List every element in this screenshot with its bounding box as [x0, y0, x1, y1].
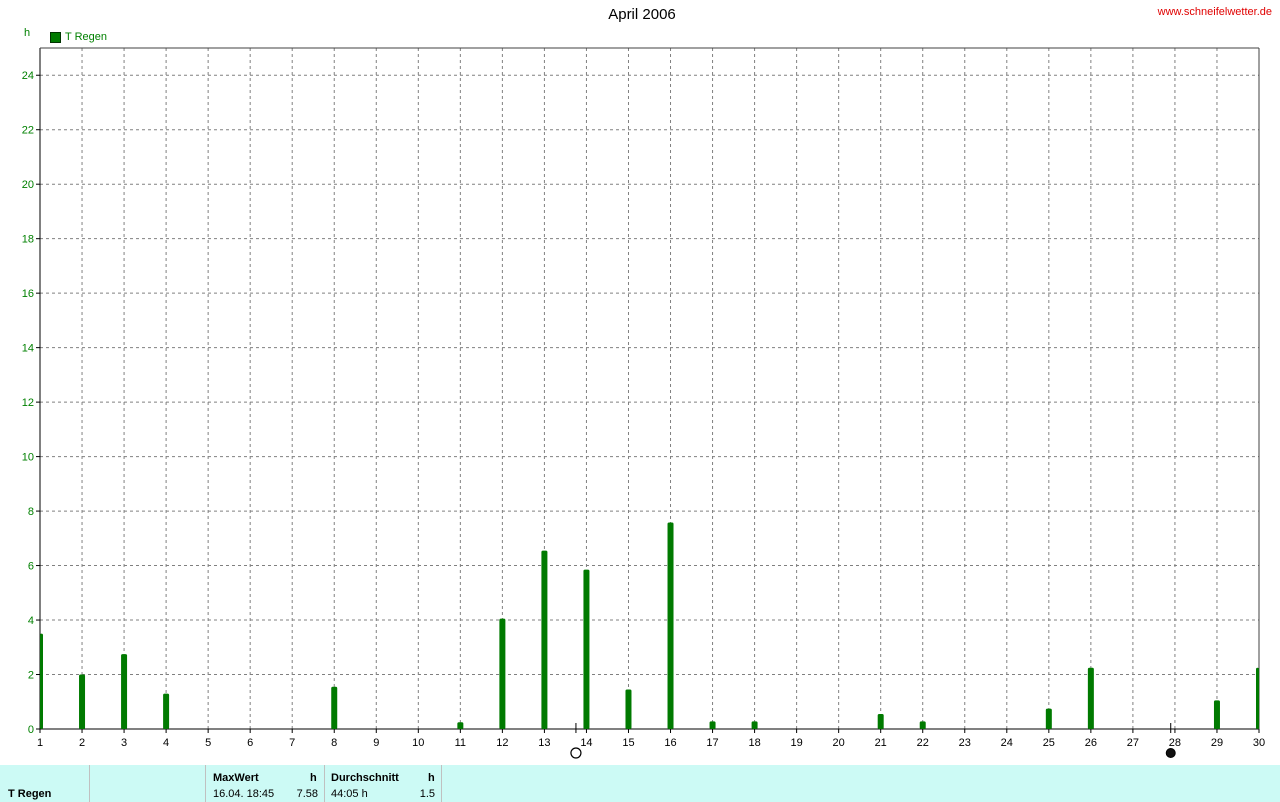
y-tick-label: 2 — [28, 670, 34, 682]
x-tick-label: 10 — [412, 737, 424, 749]
max-value: 7.58 — [296, 788, 318, 800]
bar — [1045, 708, 1052, 729]
x-tick-label: 7 — [289, 737, 295, 749]
rain-duration-chart: 0246810121416182022241 2 3 4 5 6 7 8 9 10 11 12 13 14… — [22, 47, 1265, 759]
bar — [667, 522, 674, 729]
x-tick-label: 11 — [455, 737, 466, 749]
x-tick-label: 8 — [331, 737, 337, 749]
x-tick-label: 17 — [706, 737, 718, 749]
x-tick-label: 21 — [875, 737, 887, 749]
bar — [709, 721, 716, 729]
x-tick-label: 18 — [748, 737, 760, 749]
y-tick-label: 14 — [22, 343, 34, 355]
y-tick-label: 24 — [22, 70, 34, 82]
bar — [1213, 700, 1220, 729]
x-tick-label: 13 — [538, 737, 550, 749]
y-tick-label: 6 — [28, 561, 34, 573]
x-tick-label: 19 — [790, 737, 802, 749]
max-header: MaxWert — [213, 772, 259, 784]
footer-max-cell: MaxWert h 16.04. 18:45 7.58 — [205, 765, 324, 802]
x-tick-label: 5 — [205, 737, 211, 749]
y-tick-label: 20 — [22, 179, 34, 191]
new-moon-icon — [1165, 748, 1176, 758]
x-tick-label: 27 — [1127, 737, 1139, 749]
footer-empty-cell — [89, 765, 205, 802]
x-tick-label: 16 — [664, 737, 676, 749]
summary-footer: T Regen MaxWert h 16.04. 18:45 7.58 Durc… — [0, 765, 1280, 802]
avg-unit: h — [428, 772, 435, 784]
max-datetime: 16.04. 18:45 — [213, 788, 275, 800]
x-tick-label: 3 — [121, 737, 127, 749]
y-tick-label: 12 — [22, 397, 34, 409]
x-tick-label: 2 — [79, 737, 85, 749]
bar — [40, 633, 43, 729]
x-tick-label: 14 — [580, 737, 592, 749]
x-tick-label: 6 — [247, 737, 253, 749]
x-tick-label: 23 — [959, 737, 971, 749]
bar — [751, 721, 758, 729]
bar — [877, 714, 884, 729]
bar — [625, 689, 632, 729]
x-tick-label: 28 — [1169, 737, 1181, 749]
bar — [1087, 667, 1094, 729]
y-tick-label: 0 — [28, 724, 34, 736]
bar — [1256, 667, 1259, 729]
x-tick-label: 12 — [496, 737, 508, 749]
bar — [541, 550, 548, 729]
x-tick-label: 15 — [622, 737, 634, 749]
bar — [121, 654, 128, 729]
x-tick-label: 22 — [917, 737, 929, 749]
y-tick-label: 8 — [28, 506, 34, 518]
bar — [583, 569, 590, 729]
y-tick-label: 16 — [22, 288, 34, 300]
avg-total: 44:05 h — [331, 788, 368, 800]
y-tick-label: 18 — [22, 234, 34, 246]
x-tick-label: 24 — [1001, 737, 1013, 749]
full-moon-icon — [570, 747, 582, 759]
bar — [331, 686, 338, 729]
x-tick-label: 29 — [1211, 737, 1223, 749]
x-tick-label: 20 — [833, 737, 845, 749]
max-unit: h — [310, 772, 317, 784]
x-tick-label: 30 — [1253, 737, 1265, 749]
bar — [457, 722, 464, 729]
footer-avg-cell: Durchschnitt h 44:05 h 1.5 — [324, 765, 442, 802]
footer-series-label: T Regen — [8, 788, 52, 800]
bar — [79, 674, 86, 729]
x-tick-label: 9 — [373, 737, 379, 749]
x-tick-label: 4 — [163, 737, 169, 749]
x-tick-label: 1 — [37, 737, 43, 749]
x-tick-label: 25 — [1043, 737, 1055, 749]
bar — [163, 693, 170, 729]
y-tick-label: 22 — [22, 125, 34, 137]
bar — [499, 618, 506, 729]
x-tick-label: 26 — [1085, 737, 1097, 749]
y-tick-label: 10 — [22, 452, 34, 464]
y-tick-label: 4 — [28, 615, 34, 627]
avg-value: 1.5 — [419, 788, 435, 800]
avg-header: Durchschnitt — [331, 772, 399, 784]
bar — [919, 721, 926, 729]
